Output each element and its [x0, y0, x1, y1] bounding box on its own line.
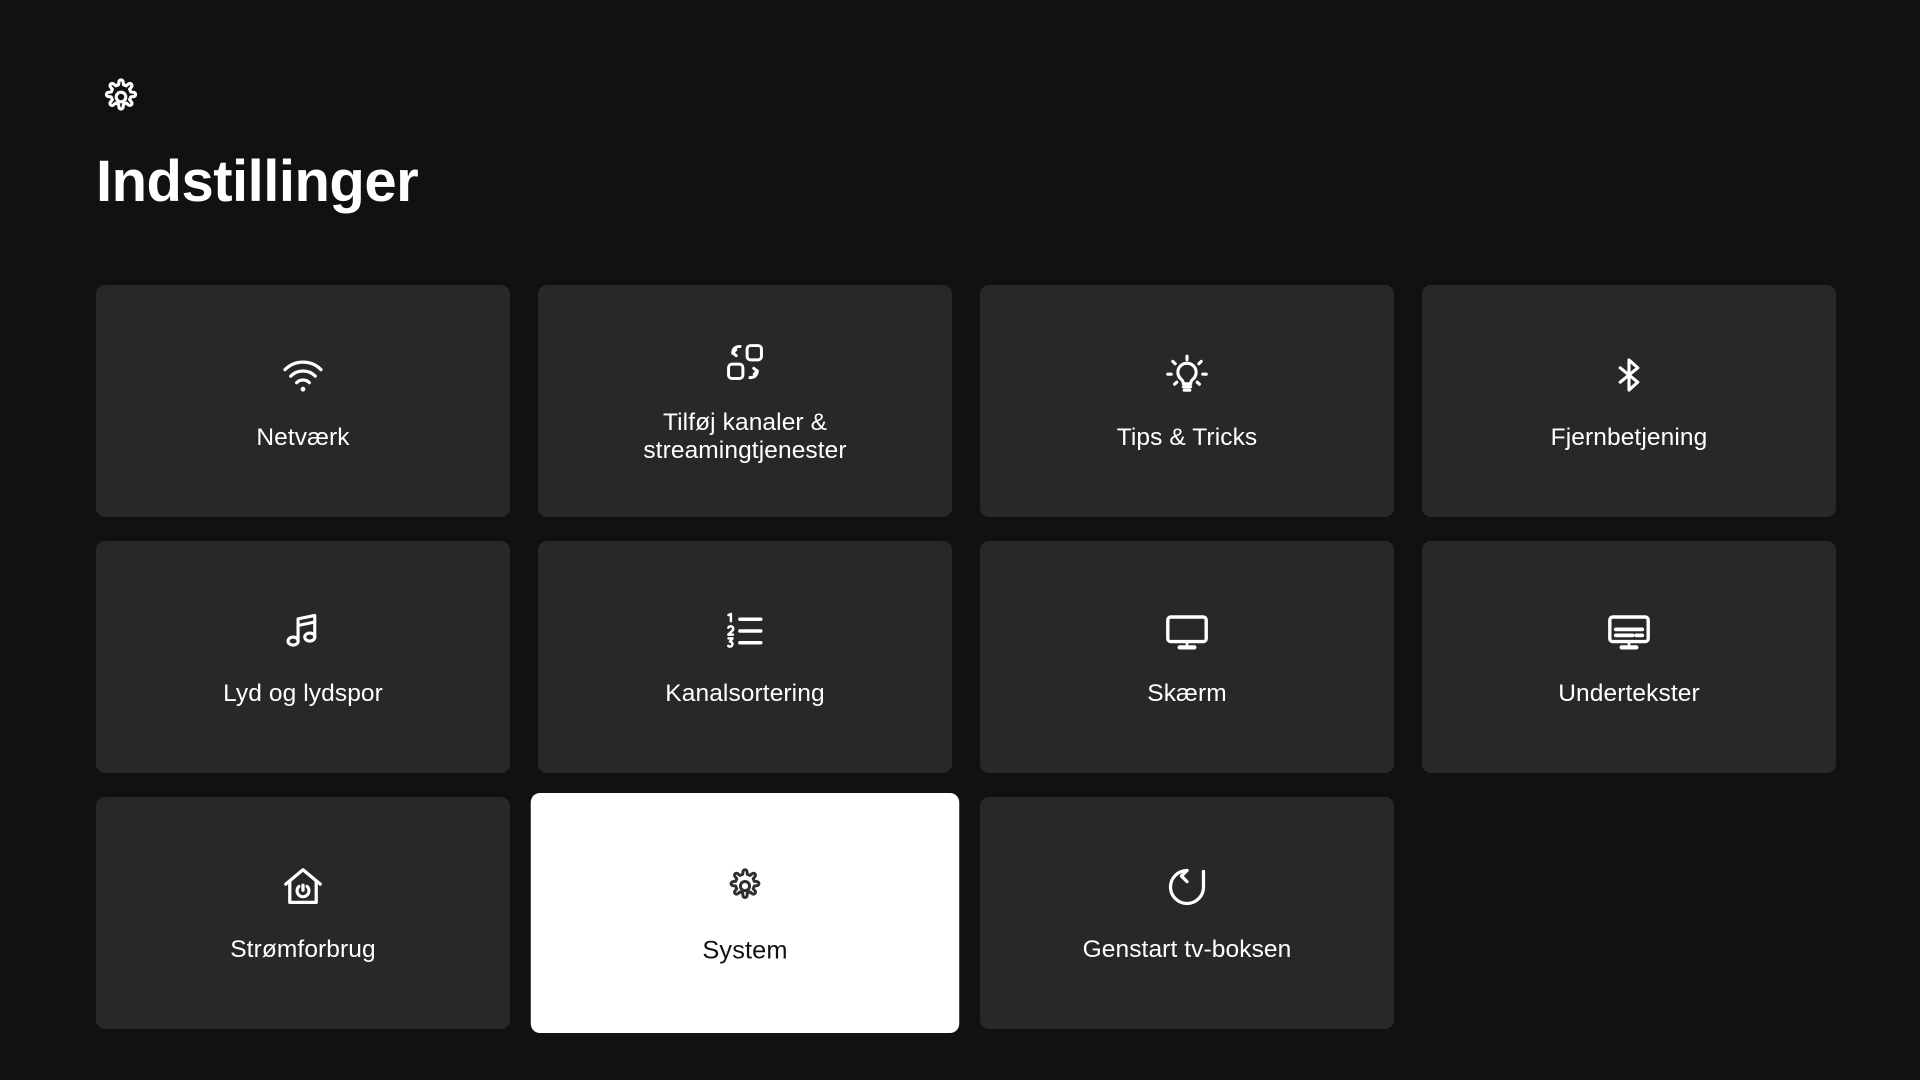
monitor-icon: [1162, 606, 1212, 656]
settings-tile-label: Netværk: [256, 423, 350, 451]
music-note-icon: [278, 606, 328, 656]
settings-tile-kanalsortering[interactable]: Kanalsortering: [538, 541, 952, 773]
gear-icon: [96, 72, 146, 122]
grid-empty-cell: [1422, 797, 1836, 1029]
lightbulb-icon: [1162, 350, 1212, 400]
settings-tile-label: System: [702, 936, 788, 965]
settings-tile-label: Tilføj kanaler & streamingtjenester: [643, 408, 847, 464]
settings-tile-tilfoej-kanaler[interactable]: Tilføj kanaler & streamingtjenester: [538, 285, 952, 517]
settings-tile-label: Undertekster: [1558, 679, 1700, 707]
wifi-icon: [278, 350, 328, 400]
settings-tile-tips-tricks[interactable]: Tips & Tricks: [980, 285, 1394, 517]
page-header: Indstillinger: [96, 72, 419, 214]
settings-tile-genstart-tv-boksen[interactable]: Genstart tv-boksen: [980, 797, 1394, 1029]
settings-tile-stroemforbrug[interactable]: Strømforbrug: [96, 797, 510, 1029]
settings-tile-label: Genstart tv-boksen: [1082, 935, 1292, 963]
settings-tile-undertekster[interactable]: Undertekster: [1422, 541, 1836, 773]
settings-grid: Netværk Tilføj kanaler & streamingtjenes…: [96, 285, 1836, 1034]
settings-tile-fjernbetjening[interactable]: Fjernbetjening: [1422, 285, 1836, 517]
settings-tile-label: Skærm: [1147, 679, 1227, 707]
settings-tile-lyd-og-lydspor[interactable]: Lyd og lydspor: [96, 541, 510, 773]
settings-tile-label: Kanalsortering: [665, 679, 825, 707]
page-title: Indstillinger: [96, 149, 419, 214]
home-power-icon: [278, 862, 328, 912]
subtitles-icon: [1604, 606, 1654, 656]
settings-tile-system[interactable]: System: [530, 792, 960, 1034]
bluetooth-icon: [1604, 350, 1654, 400]
settings-tile-label: Strømforbrug: [230, 935, 376, 963]
settings-screen: Indstillinger Netværk Tilføj kanaler & s…: [0, 0, 1920, 1080]
settings-tile-label: Fjernbetjening: [1550, 423, 1708, 451]
settings-tile-skaerm[interactable]: Skærm: [980, 541, 1394, 773]
gear-icon: [719, 860, 771, 912]
numbered-list-icon: [720, 606, 770, 656]
add-channels-icon: [720, 337, 770, 387]
settings-tile-label: Lyd og lydspor: [223, 679, 383, 707]
settings-tile-netvaerk[interactable]: Netværk: [96, 285, 510, 517]
restart-icon: [1162, 862, 1212, 912]
settings-tile-label: Tips & Tricks: [1116, 423, 1258, 451]
